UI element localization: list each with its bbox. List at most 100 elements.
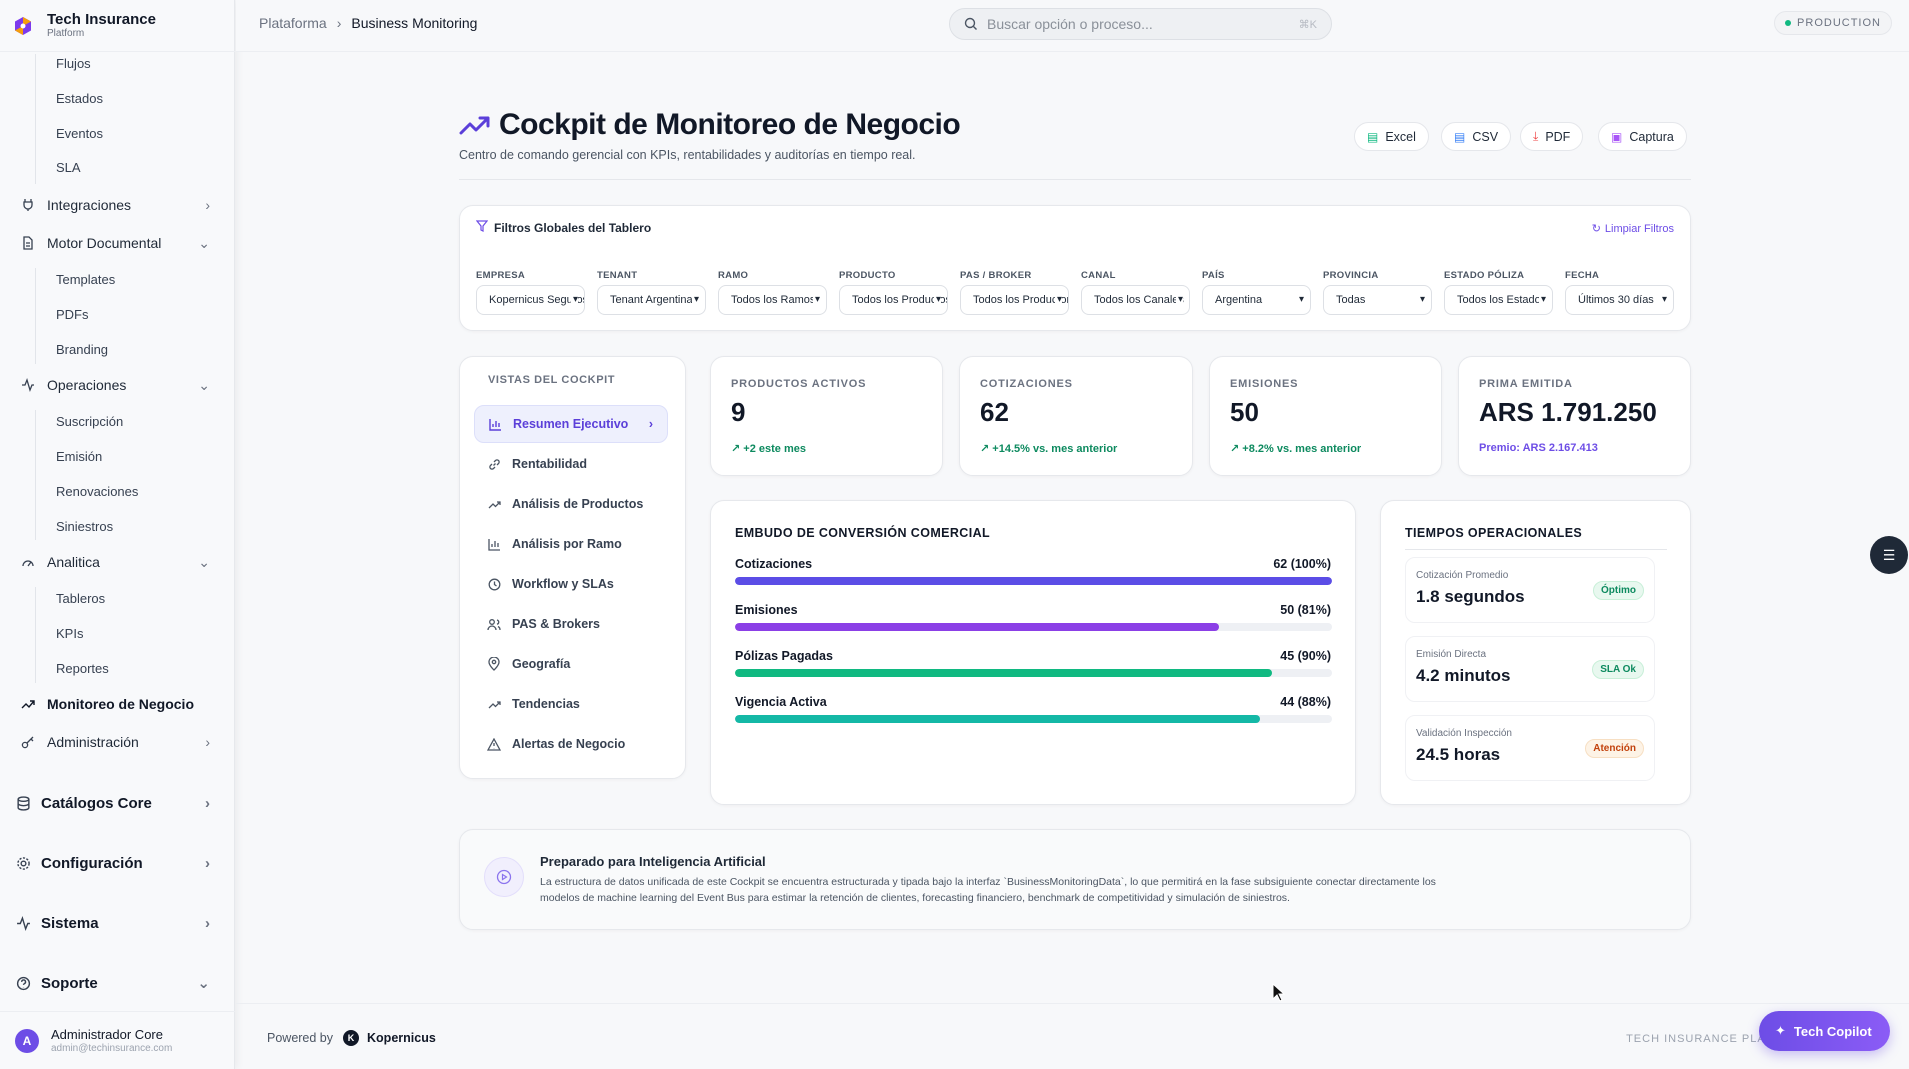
sidebar-item-kpis[interactable]: KPIs xyxy=(56,626,83,641)
chevron-right-icon: › xyxy=(336,15,342,31)
sidebar-item-eventos[interactable]: Eventos xyxy=(56,126,103,141)
sparkles-icon: ✦ xyxy=(1775,1023,1786,1038)
filter-select-fecha[interactable]: Últimos 30 días ▾ xyxy=(1565,285,1674,315)
powered-label: Powered by xyxy=(267,1031,334,1045)
copilot-button[interactable]: ✦ Tech Copilot xyxy=(1759,1011,1890,1051)
kpi-delta: ↗ +8.2% vs. mes anterior xyxy=(1230,442,1361,455)
filter-select-ramo[interactable]: Todos los Ramos ▾ xyxy=(718,285,827,315)
sidebar-item-motor-documental[interactable]: Motor Documental ⌄ xyxy=(20,231,210,255)
export-csv-button[interactable]: ▤ CSV xyxy=(1441,122,1512,151)
filter-select-estado[interactable]: Todos los Estados ▾ xyxy=(1444,285,1553,315)
floating-menu-button[interactable]: ☰ xyxy=(1870,536,1908,574)
map-pin-icon xyxy=(486,657,502,671)
nav-item-resumen-ejecutivo[interactable]: Resumen Ejecutivo › xyxy=(474,405,668,443)
nav-item-analisis-ramo[interactable]: Análisis por Ramo xyxy=(474,525,668,563)
users-icon xyxy=(486,618,502,631)
export-excel-button[interactable]: ▤ Excel xyxy=(1354,122,1429,151)
divider xyxy=(459,179,1691,180)
gauge-icon xyxy=(20,554,36,570)
breadcrumb-root[interactable]: Plataforma xyxy=(259,15,327,31)
sidebar-section-configuracion[interactable]: Configuración › xyxy=(15,851,210,875)
sidebar-item-flujos[interactable]: Flujos xyxy=(56,56,91,71)
sidebar-rail xyxy=(35,410,36,540)
filter-select-producto[interactable]: Todos los Productos ▾ xyxy=(839,285,948,315)
sidebar-section-sistema[interactable]: Sistema › xyxy=(15,911,210,935)
kpi-card-prima: PRIMA EMITIDA ARS 1.791.250 Premio: ARS … xyxy=(1458,356,1691,476)
chevron-down-icon: ▾ xyxy=(1054,294,1062,305)
nav-item-alertas[interactable]: Alertas de Negocio xyxy=(474,725,668,763)
sidebar-item-reportes[interactable]: Reportes xyxy=(56,661,109,676)
export-captura-button[interactable]: ▣ Captura xyxy=(1598,122,1687,151)
filter-label-producto: PRODUCTO xyxy=(839,270,896,281)
sidebar-item-operaciones[interactable]: Operaciones ⌄ xyxy=(20,373,210,397)
clear-filters-button[interactable]: ↻ Limpiar Filtros xyxy=(1592,222,1674,236)
filter-select-pais[interactable]: Argentina ▾ xyxy=(1202,285,1311,315)
chevron-right-icon: › xyxy=(205,794,210,812)
sidebar-rail xyxy=(35,268,36,364)
chevron-down-icon: ▾ xyxy=(1417,294,1425,305)
sidebar-section-catalogos[interactable]: Catálogos Core › xyxy=(15,791,210,815)
sidebar-item-templates[interactable]: Templates xyxy=(56,272,115,287)
filter-select-canal[interactable]: Todos los Canales ▾ xyxy=(1081,285,1190,315)
sidebar-item-suscripcion[interactable]: Suscripción xyxy=(56,414,123,429)
activity-icon xyxy=(15,915,31,931)
sidebar-item-renovaciones[interactable]: Renovaciones xyxy=(56,484,138,499)
nav-item-analisis-productos[interactable]: Análisis de Productos xyxy=(474,485,668,523)
sidebar-item-estados[interactable]: Estados xyxy=(56,91,103,106)
sidebar-item-siniestros[interactable]: Siniestros xyxy=(56,519,113,534)
company-name[interactable]: Kopernicus xyxy=(367,1031,436,1045)
file-icon: ▤ xyxy=(1454,129,1466,144)
filter-select-tenant[interactable]: Tenant Argentina ▾ xyxy=(597,285,706,315)
filters-title: Filtros Globales del Tablero xyxy=(475,220,651,235)
clock-icon xyxy=(486,578,502,591)
avatar: A xyxy=(15,1028,39,1053)
search-box[interactable]: ⌘K xyxy=(949,8,1332,40)
filter-select-empresa[interactable]: Kopernicus Seguros ▾ xyxy=(476,285,585,315)
chevron-down-icon: ▾ xyxy=(1659,294,1667,305)
chevron-down-icon: ▾ xyxy=(812,294,820,305)
plug-icon xyxy=(20,197,36,213)
filter-select-provincia[interactable]: Todas ▾ xyxy=(1323,285,1432,315)
user-profile[interactable]: A Administrador Core admin@techinsurance… xyxy=(0,1011,235,1069)
filter-select-broker[interactable]: Todos los Productores▾ xyxy=(960,285,1069,315)
footer: Powered by K Kopernicus TECH INSURANCE P… xyxy=(236,1003,1909,1069)
ai-banner: Preparado para Inteligencia Artificial L… xyxy=(459,829,1691,930)
sidebar-item-monitoreo-negocio[interactable]: Monitoreo de Negocio xyxy=(20,692,210,716)
funnel-row-value: 44 (88%) xyxy=(1280,695,1331,709)
search-input[interactable] xyxy=(987,16,1287,32)
time-value: 4.2 minutos xyxy=(1416,666,1511,685)
sidebar-item-sla[interactable]: SLA xyxy=(56,160,81,175)
copilot-label: Tech Copilot xyxy=(1793,1023,1872,1039)
gear-icon xyxy=(15,855,31,871)
funnel-bar-fill xyxy=(735,623,1219,631)
kpi-delta-text: +8.2% vs. mes anterior xyxy=(1242,443,1362,455)
filter-value: Todos los Canales xyxy=(1094,294,1184,306)
export-pdf-button[interactable]: ⤓ PDF xyxy=(1520,122,1584,151)
nav-item-geografia[interactable]: Geografía xyxy=(474,645,668,683)
nav-item-rentabilidad[interactable]: Rentabilidad xyxy=(474,445,668,483)
brand[interactable]: Tech Insurance Platform xyxy=(0,0,235,52)
export-label: Excel xyxy=(1385,129,1416,144)
sidebar-item-pdfs[interactable]: PDFs xyxy=(56,307,89,322)
sidebar-item-branding[interactable]: Branding xyxy=(56,342,108,357)
nav-item-pas-brokers[interactable]: PAS & Brokers xyxy=(474,605,668,643)
kpi-label: PRIMA EMITIDA xyxy=(1479,378,1573,390)
nav-item-tendencias[interactable]: Tendencias xyxy=(474,685,668,723)
sidebar-item-administracion[interactable]: Administración › xyxy=(20,730,210,754)
funnel-row-label: Pólizas Pagadas xyxy=(735,649,833,663)
trend-icon xyxy=(486,698,502,711)
nav-item-workflow-slas[interactable]: Workflow y SLAs xyxy=(474,565,668,603)
sidebar-item-integraciones[interactable]: Integraciones › xyxy=(20,193,210,217)
sidebar-item-tableros[interactable]: Tableros xyxy=(56,591,105,606)
filter-label-canal: CANAL xyxy=(1081,270,1116,281)
kpi-delta-text: +14.5% vs. mes anterior xyxy=(992,443,1118,455)
sidebar-section-soporte[interactable]: Soporte ⌄ xyxy=(15,971,210,995)
time-item-emision: Emisión Directa 4.2 minutos SLA Ok xyxy=(1405,636,1655,702)
sidebar-item-emision[interactable]: Emisión xyxy=(56,449,102,464)
status-badge: Atención xyxy=(1585,739,1644,758)
nav-item-label: Workflow y SLAs xyxy=(512,577,614,591)
chevron-down-icon: ⌄ xyxy=(198,553,210,570)
sidebar-item-analitica[interactable]: Analitica ⌄ xyxy=(20,550,210,574)
kpi-delta: Premio: ARS 2.167.413 xyxy=(1479,442,1598,454)
time-value: 24.5 horas xyxy=(1416,745,1501,764)
